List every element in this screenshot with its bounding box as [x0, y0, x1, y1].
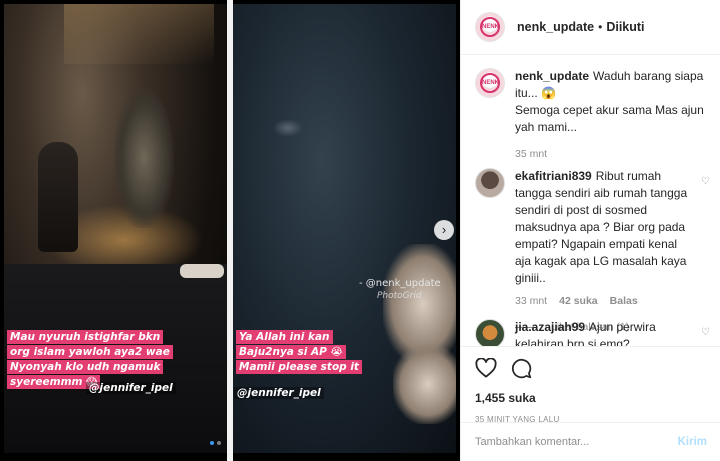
- post-side-panel: NENK nenk_update • Diikuti NENK nenk_upd…: [460, 0, 720, 461]
- comment-username[interactable]: nenk_update: [515, 69, 589, 83]
- avatar[interactable]: NENK: [475, 12, 505, 42]
- heart-icon[interactable]: ♡: [701, 176, 710, 187]
- plant: [114, 88, 174, 228]
- story-caption-right: Ya Allah ini kan Baju2nya si AP 😭 Mamii …: [236, 330, 386, 375]
- avatar-logo: NENK: [480, 73, 500, 93]
- comment-username[interactable]: ekafitriani839: [515, 169, 592, 183]
- reply-button[interactable]: Balas: [610, 295, 638, 307]
- rock: [273, 119, 303, 137]
- story-mention-right: @jennifer_ipel: [234, 387, 324, 399]
- header-separator: •: [598, 20, 603, 34]
- caption-comment: NENK nenk_update Waduh barang siapa itu..…: [475, 68, 710, 160]
- caption-line: Baju2nya si AP 😭: [236, 345, 346, 359]
- rock: [393, 344, 456, 424]
- comment-time: 35 mnt: [515, 148, 548, 160]
- comment-text: ekafitriani839 Ribut rumah tangga sendiri…: [515, 168, 692, 287]
- watermark-app: PhotoGrid: [377, 291, 422, 301]
- heart-icon[interactable]: [475, 358, 497, 378]
- action-icons: [475, 357, 707, 379]
- carousel-dots: [210, 441, 221, 445]
- comments-list: NENK nenk_update Waduh barang siapa itu..…: [461, 56, 720, 346]
- comment-meta: 35 mnt: [515, 148, 710, 160]
- avatar[interactable]: [475, 319, 505, 346]
- post-comment-button[interactable]: Kirim: [678, 436, 707, 448]
- ceiling-light: [64, 4, 214, 64]
- watermark-handle: - @nenk_update: [359, 278, 441, 289]
- comment-body: Ribut rumah tangga sendiri aib rumah tan…: [515, 169, 688, 285]
- person-silhouette: [38, 142, 78, 252]
- post-actions: 1,455 suka 35 MINIT YANG LALU: [461, 346, 720, 424]
- heart-icon[interactable]: ♡: [701, 327, 710, 338]
- avatar[interactable]: [475, 168, 505, 198]
- list-item: ekafitriani839 Ribut rumah tangga sendiri…: [475, 168, 710, 333]
- chevron-right-icon[interactable]: ›: [434, 220, 454, 240]
- list-item: jia.azajiah99 Ajun perwira kelahiran brp …: [475, 319, 710, 346]
- carousel-dot: [210, 441, 214, 445]
- comment-meta: 33 mnt 42 suka Balas: [515, 295, 710, 307]
- carousel-dot: [217, 441, 221, 445]
- comment-icon[interactable]: [511, 358, 532, 379]
- story-image-right: - @nenk_update PhotoGrid: [233, 4, 456, 453]
- add-comment-bar: Kirim: [461, 422, 720, 461]
- post-media: - @nenk_update PhotoGrid Mau nyuruh isti…: [0, 0, 460, 461]
- story-mention-left: @jennifer_ipel: [86, 382, 176, 394]
- avatar-logo: NENK: [480, 17, 500, 37]
- caption-line: Mamii please stop it: [236, 360, 362, 374]
- floating-cloth: [180, 264, 224, 278]
- header-username[interactable]: nenk_update: [517, 20, 594, 34]
- caption-line: Nyonyah klo udh ngamuk: [7, 360, 164, 374]
- follow-status[interactable]: Diikuti: [606, 20, 644, 34]
- comment-input[interactable]: [475, 436, 678, 448]
- likes-count[interactable]: 1,455 suka: [475, 391, 707, 405]
- comment-text: nenk_update Waduh barang siapa itu... 😱 S…: [515, 68, 710, 136]
- comment-username[interactable]: jia.azajiah99: [515, 320, 585, 334]
- story-caption-left: Mau nyuruh istighfar bkn org islam yawlo…: [7, 330, 217, 390]
- post-header: NENK nenk_update • Diikuti: [461, 0, 720, 55]
- caption-line: Mau nyuruh istighfar bkn: [7, 330, 164, 344]
- watermark: - @nenk_update PhotoGrid: [359, 278, 441, 302]
- avatar[interactable]: NENK: [475, 68, 505, 98]
- caption-line: org islam yawloh aya2 wae: [7, 345, 173, 359]
- comment-likes[interactable]: 42 suka: [559, 295, 598, 307]
- comment-line: Semoga cepet akur sama Mas ajun yah mami…: [515, 103, 704, 134]
- comment-time: 33 mnt: [515, 295, 548, 307]
- caption-line: Ya Allah ini kan: [236, 330, 333, 344]
- comment-text: jia.azajiah99 Ajun perwira kelahiran brp …: [515, 319, 692, 346]
